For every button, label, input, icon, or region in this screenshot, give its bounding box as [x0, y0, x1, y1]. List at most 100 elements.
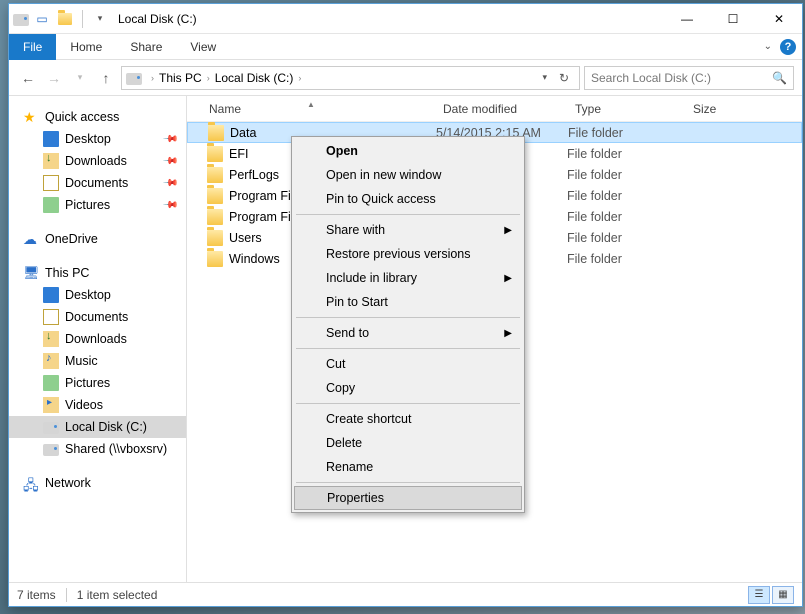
nav-documents[interactable]: Documents📌: [9, 172, 186, 194]
ctx-create-shortcut[interactable]: Create shortcut: [294, 407, 522, 431]
col-size[interactable]: Size: [685, 102, 765, 116]
close-button[interactable]: ✕: [756, 4, 802, 34]
nav-pictures[interactable]: Pictures📌: [9, 194, 186, 216]
ctx-send-to[interactable]: Send to▶: [294, 321, 522, 345]
nav-quick-access[interactable]: ★Quick access: [9, 106, 186, 128]
folder-icon: [208, 125, 224, 141]
nav-back-button[interactable]: ←: [17, 67, 39, 89]
address-bar-row: ← → ▾ ↑ › This PC › Local Disk (C:) › ▾ …: [9, 60, 802, 96]
nav-label: This PC: [45, 266, 89, 280]
pictures-icon: [43, 375, 59, 391]
nav-desktop[interactable]: Desktop 📌: [9, 128, 186, 150]
nav-localdisk[interactable]: Local Disk (C:): [9, 416, 186, 438]
nav-label: Downloads: [65, 154, 127, 168]
view-thumbnails-button[interactable]: ▦: [772, 586, 794, 604]
folder-icon: [207, 209, 223, 225]
nav-label: Downloads: [65, 332, 127, 346]
ctx-open[interactable]: Open: [294, 139, 522, 163]
nav-onedrive[interactable]: ☁ OneDrive: [9, 228, 186, 250]
view-details-button[interactable]: ☰: [748, 586, 770, 604]
maximize-button[interactable]: ☐: [710, 4, 756, 34]
tab-file[interactable]: File: [9, 34, 56, 60]
ctx-separator: [296, 214, 520, 215]
column-headers: Name▲ Date modified Type Size: [187, 96, 802, 122]
titlebar[interactable]: ▭ ▾ Local Disk (C:) — ☐ ✕: [9, 4, 802, 34]
pin-icon: 📌: [161, 175, 178, 192]
pin-icon: 📌: [161, 131, 178, 148]
nav-forward-button[interactable]: →: [43, 67, 65, 89]
submenu-arrow-icon: ▶: [504, 273, 512, 284]
documents-icon: [43, 175, 59, 191]
search-input[interactable]: Search Local Disk (C:) 🔍: [584, 66, 794, 90]
ctx-properties[interactable]: Properties: [294, 486, 522, 510]
qat-properties-icon[interactable]: ▭: [32, 9, 52, 29]
ctx-separator: [296, 317, 520, 318]
nav-pc-pictures[interactable]: Pictures: [9, 372, 186, 394]
chevron-right-icon[interactable]: ›: [148, 73, 157, 83]
nav-pc-downloads[interactable]: Downloads: [9, 328, 186, 350]
tab-view[interactable]: View: [176, 34, 230, 60]
onedrive-icon: ☁: [23, 231, 39, 247]
ribbon: File Home Share View ⌄ ?: [9, 34, 802, 60]
refresh-icon[interactable]: ↻: [553, 71, 575, 85]
chevron-right-icon[interactable]: ›: [295, 73, 304, 83]
ctx-include-library[interactable]: Include in library▶: [294, 266, 522, 290]
ctx-copy[interactable]: Copy: [294, 376, 522, 400]
pin-icon: 📌: [161, 153, 178, 170]
help-icon[interactable]: ?: [780, 39, 796, 55]
nav-label: Shared (\\vboxsrv): [65, 442, 167, 456]
folder-icon: [207, 188, 223, 204]
desktop-icon: [43, 131, 59, 147]
folder-icon: [207, 230, 223, 246]
nav-shared[interactable]: Shared (\\vboxsrv): [9, 438, 186, 460]
status-item-count: 7 items: [17, 588, 56, 602]
chevron-right-icon[interactable]: ›: [204, 73, 213, 83]
nav-recent-dropdown[interactable]: ▾: [69, 67, 91, 89]
context-menu: Open Open in new window Pin to Quick acc…: [291, 136, 525, 513]
ctx-restore-versions[interactable]: Restore previous versions: [294, 242, 522, 266]
nav-label: Desktop: [65, 132, 111, 146]
nav-pc-documents[interactable]: Documents: [9, 306, 186, 328]
network-drive-icon: [43, 444, 59, 456]
tab-home[interactable]: Home: [56, 34, 116, 60]
file-type: File folder: [567, 147, 685, 161]
pictures-icon: [43, 197, 59, 213]
search-icon[interactable]: 🔍: [772, 71, 787, 85]
minimize-button[interactable]: —: [664, 4, 710, 34]
qat-dropdown-icon[interactable]: ▾: [90, 9, 110, 29]
search-placeholder: Search Local Disk (C:): [591, 71, 711, 85]
qat-newfolder-icon[interactable]: [55, 9, 75, 29]
nav-thispc[interactable]: 🖥This PC: [9, 262, 186, 284]
ctx-rename[interactable]: Rename: [294, 455, 522, 479]
network-icon: 🖧: [23, 475, 39, 491]
ctx-pin-quick-access[interactable]: Pin to Quick access: [294, 187, 522, 211]
ctx-separator: [296, 482, 520, 483]
ribbon-expand-icon[interactable]: ⌄: [764, 41, 772, 52]
ctx-cut[interactable]: Cut: [294, 352, 522, 376]
breadcrumb-dropdown-icon[interactable]: ▾: [538, 72, 551, 83]
nav-pc-music[interactable]: Music: [9, 350, 186, 372]
pin-icon: 📌: [161, 197, 178, 214]
tab-share[interactable]: Share: [116, 34, 176, 60]
nav-pc-videos[interactable]: Videos: [9, 394, 186, 416]
nav-up-button[interactable]: ↑: [95, 67, 117, 89]
nav-network[interactable]: 🖧Network: [9, 472, 186, 494]
col-date[interactable]: Date modified: [435, 102, 567, 116]
col-type[interactable]: Type: [567, 102, 685, 116]
nav-downloads[interactable]: Downloads 📌: [9, 150, 186, 172]
ctx-open-new-window[interactable]: Open in new window: [294, 163, 522, 187]
nav-label: OneDrive: [45, 232, 98, 246]
submenu-arrow-icon: ▶: [504, 225, 512, 236]
breadcrumb-root[interactable]: This PC: [159, 71, 202, 85]
explorer-window: ▭ ▾ Local Disk (C:) — ☐ ✕ File Home Shar…: [8, 3, 803, 607]
ctx-share-with[interactable]: Share with▶: [294, 218, 522, 242]
submenu-arrow-icon: ▶: [504, 328, 512, 339]
window-icon: [13, 14, 29, 26]
file-type: File folder: [567, 252, 685, 266]
nav-pc-desktop[interactable]: Desktop: [9, 284, 186, 306]
breadcrumb[interactable]: › This PC › Local Disk (C:) › ▾ ↻: [121, 66, 580, 90]
ctx-delete[interactable]: Delete: [294, 431, 522, 455]
col-name[interactable]: Name▲: [187, 102, 435, 116]
ctx-pin-start[interactable]: Pin to Start: [294, 290, 522, 314]
breadcrumb-leaf[interactable]: Local Disk (C:): [215, 71, 294, 85]
